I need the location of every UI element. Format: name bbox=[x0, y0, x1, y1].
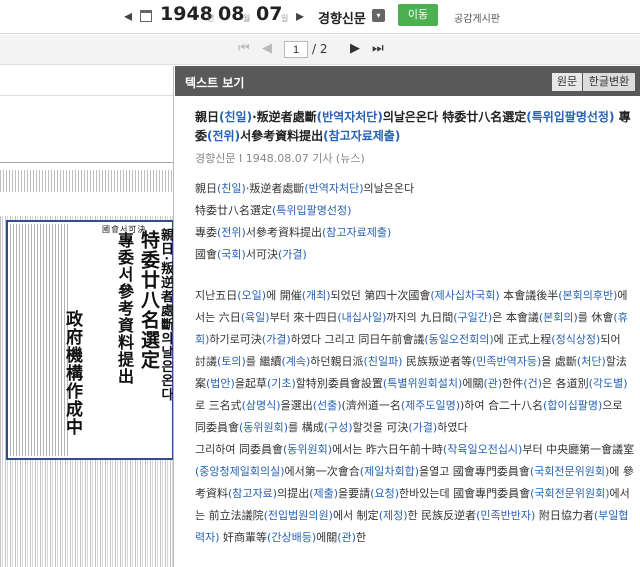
day-unit: 일 bbox=[281, 14, 289, 23]
headline-line: 國會(국회)서可決(가결) bbox=[195, 248, 307, 261]
go-button[interactable]: 이동 bbox=[398, 4, 438, 26]
first-page-icon[interactable]: ⏮ bbox=[238, 41, 250, 56]
original-text-toggle[interactable]: 원문 bbox=[552, 73, 582, 91]
date-navigation-bar: ◂ 1948 년 08 월 07 일 ▸ 경향신문 ▾ 이동 공감게시판 bbox=[0, 0, 640, 34]
page-total: / 2 bbox=[312, 42, 328, 56]
article-byline: 경향신문 I 1948.08.07 기사 (뉴스) bbox=[195, 152, 365, 165]
article-paragraph: 지난五日(오일)에 開催(개최)되었던 第四十次國會(제사십차국회) 本會議後半… bbox=[195, 289, 628, 434]
last-page-icon[interactable]: ⏭ bbox=[372, 41, 384, 56]
year-unit: 년 bbox=[207, 14, 215, 23]
article-paragraph: 그리하여 同委員會(동위원회)에서는 昨六日午前十時(작육일오전십시)부터 中央… bbox=[195, 443, 635, 544]
article-second-headline: 專委서參考資料提出 bbox=[115, 232, 134, 385]
headline-line: 專委(전위)서參考資料提出(참고자료제출) bbox=[195, 226, 392, 239]
month-unit: 월 bbox=[243, 14, 251, 23]
chevron-down-icon[interactable]: ▾ bbox=[372, 9, 385, 22]
highlighted-article-box[interactable]: 國會서可決 親日·叛逆者處斷의날은온다 特委廿八名選定 專委서參考資料提出 bbox=[6, 220, 173, 460]
adjacent-article-headline: 政府機構作成中 bbox=[62, 310, 82, 436]
article-headlines: 親日(친일)·叛逆者處斷(반역자처단)의날은온다 特委廿八名選定(특위입팔명선정… bbox=[195, 178, 635, 266]
article-title: 親日(친일)·叛逆者處斷(반역자처단)의날은온다 特委廿八名選定(특위입팔명선정… bbox=[195, 110, 631, 143]
year-value[interactable]: 1948 bbox=[160, 3, 213, 25]
newspaper-scan-viewer[interactable]: 國會서可決 親日·叛逆者處斷의날은온다 特委廿八名選定 專委서參考資料提出 政府… bbox=[0, 66, 174, 567]
day-value[interactable]: 07 bbox=[256, 3, 282, 25]
board-link[interactable]: 공감게시판 bbox=[454, 10, 500, 25]
page-navigation-bar: ⏮ ◀ / 2 ▶ ⏭ bbox=[0, 35, 640, 65]
text-view-header: 텍스트 보기 원문 한글변환 bbox=[175, 66, 640, 96]
prev-page-icon[interactable]: ◀ bbox=[262, 41, 272, 56]
scan-margin bbox=[0, 66, 173, 96]
hangul-convert-toggle[interactable]: 한글변환 bbox=[583, 73, 635, 91]
headline-line: 親日(친일)·叛逆者處斷(반역자처단)의날은온다 bbox=[195, 182, 415, 195]
article-main-headline: 特委廿八名選定 bbox=[138, 230, 160, 370]
next-date-button[interactable]: ▸ bbox=[296, 6, 304, 25]
page-number-input[interactable] bbox=[284, 41, 308, 58]
headline-line: 特委廿八名選定(특위입팔명선정) bbox=[195, 204, 352, 217]
scan-divider bbox=[0, 162, 173, 163]
month-value[interactable]: 08 bbox=[218, 3, 244, 25]
panel-title: 텍스트 보기 bbox=[185, 76, 245, 90]
newspaper-select[interactable]: 경향신문 bbox=[318, 8, 366, 27]
article-body: 지난五日(오일)에 開催(개최)되었던 第四十次國會(제사십차국회) 本會議後半… bbox=[195, 285, 635, 549]
text-view-panel: 텍스트 보기 원문 한글변환 親日(친일)·叛逆者處斷(반역자처단)의날은온다 … bbox=[175, 66, 640, 567]
masthead-strip bbox=[0, 170, 173, 192]
calendar-icon[interactable] bbox=[140, 10, 152, 22]
previous-date-button[interactable]: ◂ bbox=[124, 6, 132, 25]
next-page-icon[interactable]: ▶ bbox=[350, 41, 360, 56]
